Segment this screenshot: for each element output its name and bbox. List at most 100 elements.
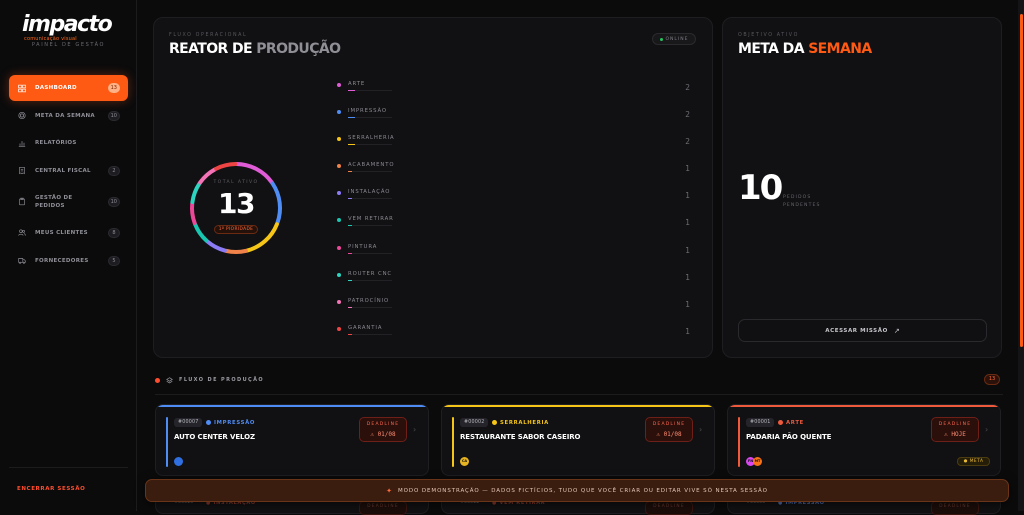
- order-card-side-accent: [452, 417, 454, 467]
- sidebar-nav: DASHBOARD 13 META DA SEMANA 10 RELATÓRIO…: [9, 75, 128, 275]
- access-mission-button[interactable]: ACESSAR MISSÃO ↗: [738, 319, 987, 342]
- order-stage-name: IMPRESSÃO: [214, 419, 256, 426]
- stage-fill: [348, 333, 352, 335]
- sidebar-item-gestao-de-pedidos[interactable]: GESTÃO DE PEDIDOS 10: [9, 185, 128, 218]
- stage-dot-icon: [778, 420, 783, 425]
- chevron-right-icon[interactable]: ›: [413, 425, 416, 434]
- flow-header: FLUXO DE PRODUÇÃO: [155, 375, 264, 385]
- stage-row[interactable]: IMPRESSÃO 2: [337, 107, 693, 134]
- stage-row[interactable]: SERRALHERIA 2: [337, 134, 693, 161]
- stage-count: 1: [685, 164, 690, 174]
- chevron-right-icon[interactable]: ›: [985, 425, 988, 434]
- sidebar-item-badge: 2: [108, 165, 120, 176]
- priority-pill[interactable]: 1º PIORIDADE: [214, 225, 258, 234]
- scrollbar-thumb[interactable]: [1020, 14, 1023, 347]
- sidebar-item-label: MEUS CLIENTES: [35, 229, 88, 236]
- stage-fill: [348, 252, 352, 254]
- stage-track: [348, 144, 392, 146]
- grid-icon: [18, 84, 26, 92]
- reactor-kicker: FLUXO OPERACIONAL: [169, 33, 248, 38]
- deadline-label: DEADLINE: [366, 422, 400, 427]
- demo-mode-toast: ✦ MODO DEMONSTRAÇÃO — DADOS FICTÍCIOS, T…: [145, 479, 1009, 502]
- sidebar-divider: [9, 467, 128, 468]
- goal-caption-line2: PENDENTES: [783, 203, 821, 208]
- clipboard-icon: [18, 198, 26, 206]
- users-icon: [18, 229, 26, 237]
- sidebar-item-badge: 5: [108, 255, 120, 266]
- stage-row[interactable]: VEM RETIRAR 1: [337, 215, 693, 242]
- stage-row[interactable]: GARANTIA 1: [337, 324, 693, 351]
- receipt-icon: [18, 167, 26, 175]
- chevron-right-icon[interactable]: ›: [699, 425, 702, 434]
- stage-row[interactable]: ACABAMENTO 1: [337, 161, 693, 188]
- stage-dot-icon: [337, 272, 341, 277]
- stage-count: 1: [685, 326, 690, 336]
- order-card-side-accent: [166, 417, 168, 467]
- deadline-box: DEADLINE ⚠ HOJE: [931, 417, 979, 442]
- ring-kicker: TOTAL ATIVO: [213, 180, 259, 185]
- stage-count: 2: [685, 110, 690, 120]
- sidebar-item-dashboard[interactable]: DASHBOARD 13: [9, 75, 128, 101]
- order-card-accent: [728, 405, 1000, 407]
- sidebar-item-relatorios[interactable]: RELATÓRIOS: [9, 130, 128, 156]
- flow-title: FLUXO DE PRODUÇÃO: [179, 377, 265, 383]
- order-id: #00001: [746, 418, 775, 427]
- live-dot-icon: [155, 377, 160, 383]
- sidebar-item-fornecedores[interactable]: FORNECEDORES 5: [9, 248, 128, 274]
- goal-title: META DA SEMANA: [738, 41, 872, 57]
- stage-dot-icon: [337, 137, 341, 142]
- stage-dot-icon: [492, 420, 497, 425]
- ring-segment: [214, 162, 238, 171]
- brand-logo[interactable]: impacto comunicação visual: [22, 12, 117, 42]
- stage-dot-icon: [337, 218, 341, 223]
- order-client: RESTAURANTE SABOR CASEIRO: [460, 433, 581, 441]
- avatar: MT: [753, 457, 762, 466]
- ring-total-value: 13: [218, 187, 255, 220]
- order-card[interactable]: #00002 SERRALHERIA RESTAURANTE SABOR CASEI…: [441, 404, 715, 476]
- stage-track: [348, 225, 392, 227]
- stage-dot-icon: [337, 299, 341, 304]
- stage-name: ROUTER CNC: [348, 270, 393, 277]
- deadline-value: ⚠ 01/08: [656, 431, 682, 438]
- sidebar-item-label: META DA SEMANA: [35, 112, 95, 119]
- order-card[interactable]: #00007 IMPRESSÃO AUTO CENTER VELOZ DEADLINE…: [155, 404, 429, 476]
- stage-name: ARTE: [348, 81, 366, 87]
- brand-name: impacto: [22, 12, 113, 37]
- order-stage-name: SERRALHERIA: [500, 419, 549, 426]
- stage-row[interactable]: INSTALAÇÃO 1: [337, 188, 693, 215]
- stage-row[interactable]: PINTURA 1: [337, 243, 693, 270]
- order-stage-name: ARTE: [786, 419, 804, 426]
- sidebar-item-badge: 8: [108, 227, 120, 238]
- sidebar-item-meta-da-semana[interactable]: META DA SEMANA 10: [9, 103, 128, 129]
- goal-title-highlight: SEMANA: [808, 41, 872, 57]
- sidebar-item-badge: 10: [107, 197, 120, 208]
- stage-fill: [348, 144, 355, 146]
- stage-name: GARANTIA: [348, 324, 383, 331]
- deadline-label: DEADLINE: [938, 422, 972, 427]
- online-dot-icon: [659, 37, 663, 41]
- logout-button[interactable]: ENCERRAR SESSÃO: [17, 486, 85, 492]
- order-id: #00007: [174, 418, 203, 427]
- sidebar-item-label: RELATÓRIOS: [35, 140, 77, 147]
- deadline-label: DEADLINE: [652, 422, 686, 427]
- avatar: CA: [460, 457, 469, 466]
- stage-row[interactable]: ARTE 2: [337, 80, 693, 107]
- ring-segment: [224, 248, 248, 254]
- order-id: #00002: [460, 418, 489, 427]
- toast-text: MODO DEMONSTRAÇÃO — DADOS FICTÍCIOS, TUD…: [398, 487, 768, 494]
- stage-list: ARTE 2 IMPRESSÃO 2 SERRALHERIA 2 ACABAMENTO 1 IN…: [337, 80, 693, 351]
- order-card[interactable]: #00001 ARTE PADARIA PÃO QUENTE DEADLINE ⚠ HO…: [727, 404, 1001, 476]
- order-client: PADARIA PÃO QUENTE: [746, 433, 832, 441]
- sidebar-item-meus-clientes[interactable]: MEUS CLIENTES 8: [9, 220, 128, 246]
- sidebar-item-central-fiscal[interactable]: CENTRAL FISCAL 2: [9, 158, 128, 184]
- layers-icon: [166, 376, 173, 383]
- stage-row[interactable]: ROUTER CNC 1: [337, 270, 693, 297]
- order-stage: SERRALHERIA: [492, 418, 549, 427]
- stage-fill: [348, 279, 352, 281]
- stage-dot-icon: [337, 83, 341, 87]
- goal-value: 10: [738, 168, 783, 208]
- stage-dot-icon: [337, 191, 341, 196]
- flow-count-badge: 13: [984, 374, 1000, 385]
- order-stage: ARTE: [778, 418, 804, 427]
- stage-row[interactable]: PATROCÍNIO 1: [337, 297, 693, 324]
